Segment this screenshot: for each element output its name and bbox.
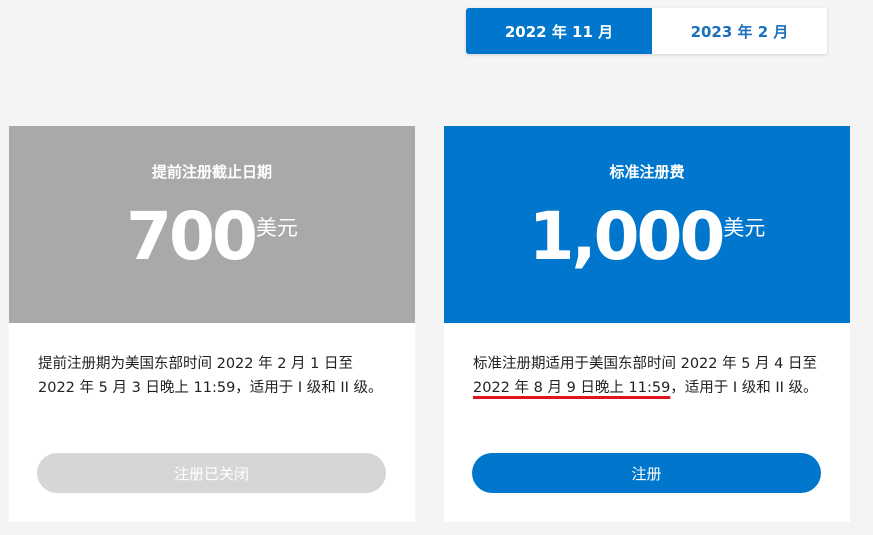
tab-2023-feb[interactable]: 2023 年 2 月 [652, 8, 827, 54]
registration-closed-button[interactable]: 注册已关闭 [37, 453, 386, 493]
early-price: 700 美元 [126, 200, 298, 274]
early-price-amount: 700 [126, 198, 258, 275]
early-registration-header: 提前注册截止日期 700 美元 [9, 126, 415, 323]
early-description-text: 提前注册期为美国东部时间 2022 年 2 月 1 日至 2022 年 5 月 … [38, 356, 383, 396]
early-registration-title: 提前注册截止日期 [151, 163, 272, 181]
standard-description-highlight: 2022 年 8 月 9 日晚上 11:59 [473, 380, 671, 396]
standard-registration-header: 标准注册费 1,000 美元 [444, 126, 850, 323]
standard-description-after: ，适用于 I 级和 II 级。 [670, 380, 818, 396]
standard-price-unit: 美元 [723, 216, 766, 240]
standard-description-before: 标准注册期适用于美国东部时间 2022 年 5 月 4 日至 [473, 356, 818, 372]
standard-price-amount: 1,000 [528, 198, 726, 275]
standard-price: 1,000 美元 [529, 200, 766, 274]
standard-registration-title: 标准注册费 [609, 163, 685, 181]
date-tabs: 2022 年 11 月 2023 年 2 月 [466, 8, 827, 54]
early-registration-description: 提前注册期为美国东部时间 2022 年 2 月 1 日至 2022 年 5 月 … [9, 323, 415, 400]
standard-registration-description: 标准注册期适用于美国东部时间 2022 年 5 月 4 日至 2022 年 8 … [444, 323, 850, 400]
early-price-unit: 美元 [255, 216, 298, 240]
tab-2022-nov[interactable]: 2022 年 11 月 [466, 8, 652, 54]
early-registration-card: 提前注册截止日期 700 美元 提前注册期为美国东部时间 2022 年 2 月 … [9, 126, 415, 522]
register-button[interactable]: 注册 [472, 453, 821, 493]
standard-registration-card: 标准注册费 1,000 美元 标准注册期适用于美国东部时间 2022 年 5 月… [444, 126, 850, 522]
